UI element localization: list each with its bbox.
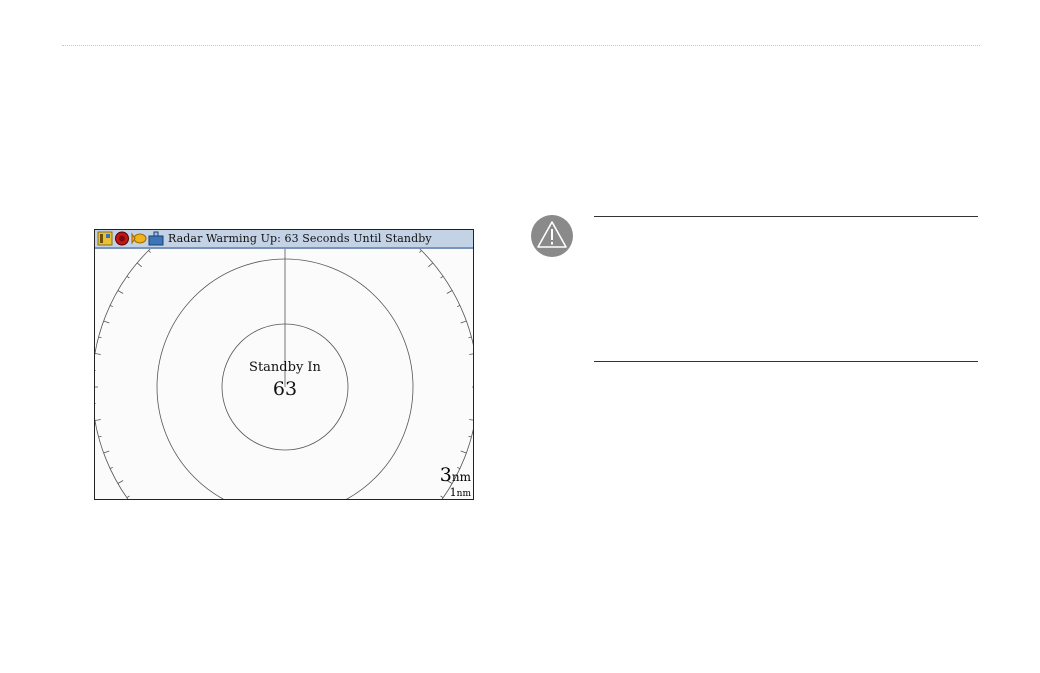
range-inner-value: 1 xyxy=(449,486,457,499)
bearing-tick xyxy=(98,435,102,438)
bearing-tick xyxy=(95,419,101,421)
bearing-tick xyxy=(98,336,102,339)
bearing-tick xyxy=(109,305,113,308)
bearing-tick xyxy=(136,262,142,268)
warning-icon xyxy=(531,215,573,257)
radar-screen: Radar Warming Up: 63 Seconds Until Stand… xyxy=(94,229,474,500)
bearing-tick xyxy=(468,435,472,438)
bearing-tick xyxy=(440,275,444,279)
bearing-tick xyxy=(109,466,113,469)
bearing-tick xyxy=(117,480,124,484)
bearing-tick xyxy=(469,419,473,421)
bearing-tick xyxy=(457,305,461,308)
bearing-tick xyxy=(460,450,467,454)
bearing-tick xyxy=(460,320,467,324)
alarm-icon xyxy=(114,231,130,246)
bearing-tick xyxy=(103,450,110,454)
bearing-tick xyxy=(419,250,422,253)
range-outer-readout: 3nm xyxy=(440,466,471,485)
bearing-tick xyxy=(148,250,151,253)
bearing-tick xyxy=(95,353,101,355)
range-inner-readout: 1nm xyxy=(450,487,471,499)
standby-label: Standby In xyxy=(249,360,321,375)
bearing-tick xyxy=(440,495,444,499)
bearing-tick xyxy=(103,320,110,324)
range-outer-unit: nm xyxy=(451,470,471,484)
range-inner-unit: nm xyxy=(456,489,471,499)
status-icons xyxy=(95,230,164,247)
note-top-rule xyxy=(594,216,978,217)
gps-icon xyxy=(97,231,113,246)
bearing-tick xyxy=(446,290,453,294)
status-message: Radar Warming Up: 63 Seconds Until Stand… xyxy=(168,232,432,245)
range-outer-value: 3 xyxy=(439,464,452,486)
bearing-tick xyxy=(117,290,124,294)
standby-countdown: 63 xyxy=(272,378,298,400)
radar-tower-icon xyxy=(148,231,164,246)
bearing-tick xyxy=(468,336,472,339)
status-bar: Radar Warming Up: 63 Seconds Until Stand… xyxy=(95,230,473,249)
page-header-rule xyxy=(62,45,980,46)
sonar-fish-icon xyxy=(131,231,147,246)
bearing-tick xyxy=(469,353,473,355)
bearing-tick xyxy=(126,275,130,279)
bearing-tick xyxy=(428,262,434,268)
note-bottom-rule xyxy=(594,361,978,362)
bearing-tick xyxy=(126,495,130,499)
